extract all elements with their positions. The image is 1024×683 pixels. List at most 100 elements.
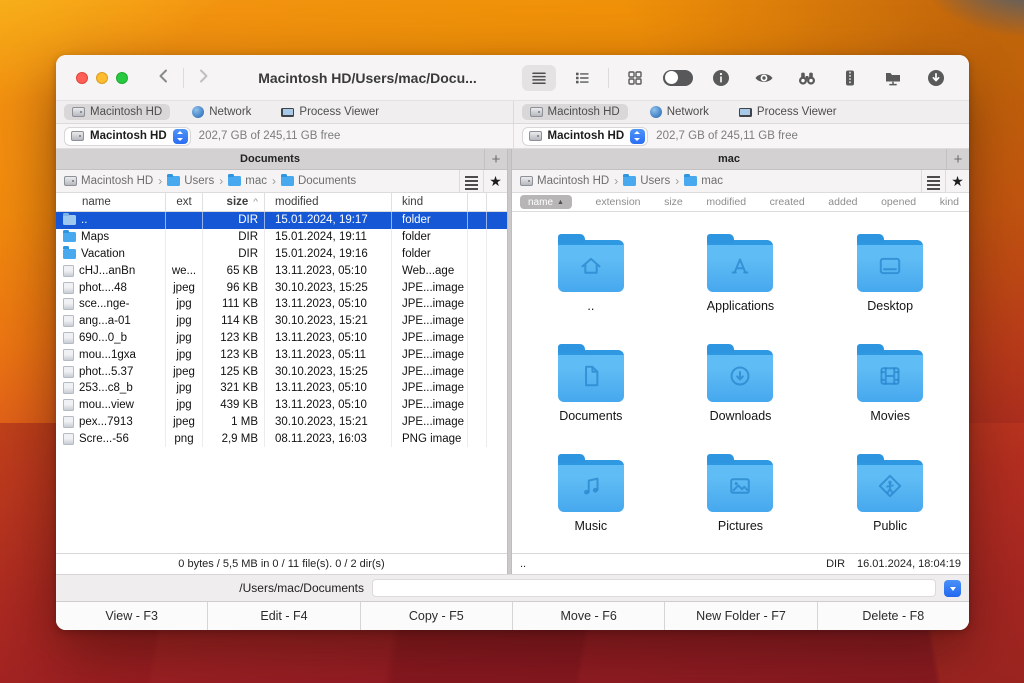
title-bar: Macintosh HD/Users/mac/Docu... [56,55,969,101]
tab-macintosh-hd-right[interactable]: Macintosh HD [522,104,628,120]
drive-select-right[interactable]: Macintosh HD [522,127,649,146]
column-header-size[interactable]: size [664,196,683,208]
command-history-button[interactable] [944,580,961,597]
column-header-kind[interactable]: kind [940,196,959,208]
grid-item-public[interactable]: Public [815,441,965,551]
tab-label: Process Viewer [299,106,379,118]
breadcrumb-users[interactable]: Users [167,175,214,187]
folder-tab-mac[interactable]: mac [512,149,946,169]
preview-button[interactable] [747,65,781,91]
list-menu-button-left[interactable] [459,170,483,192]
table-row[interactable]: ang...a-01 jpg114 KB30.10.2023, 15:21JPE… [56,313,507,330]
breadcrumb-separator: › [614,174,618,188]
view-list-button[interactable] [522,65,556,91]
tab-network-right[interactable]: Network [642,104,717,120]
column-header-name[interactable]: name▲ [520,195,572,209]
column-header-ext[interactable]: ext [166,193,203,211]
column-header-kind[interactable]: kind [392,193,468,211]
breadcrumb-macintosh-hd[interactable]: Macintosh HD [520,175,609,187]
column-header-size[interactable]: size^ [203,193,265,211]
drive-stepper-icon[interactable] [173,129,188,144]
delete-f8-button[interactable]: Delete - F8 [818,602,969,630]
column-header-modified[interactable]: modified [265,193,392,211]
column-header-added[interactable]: added [828,196,857,208]
drive-selector-row: Macintosh HD 202,7 GB of 245,11 GB free … [56,124,969,149]
column-header-name[interactable]: name [56,193,166,211]
grid-item-pictures[interactable]: Pictures [666,441,816,551]
column-header-extension[interactable]: extension [596,196,641,208]
info-button[interactable] [704,65,738,91]
minimize-button[interactable] [96,72,108,84]
table-row[interactable]: 690...0_b jpg123 KB13.11.2023, 05:10JPE.… [56,330,507,347]
move-f6-button[interactable]: Move - F6 [513,602,665,630]
table-row-parent-dir[interactable]: .. DIR 15.01.2024, 19:17 folder [56,212,507,229]
selected-item-kind: DIR [826,558,845,570]
view-f3-button[interactable]: View - F3 [56,602,208,630]
left-drive-selector: Macintosh HD 202,7 GB of 245,11 GB free [56,124,513,148]
network-button[interactable] [876,65,910,91]
table-row[interactable]: mou...1gxa jpg123 KB13.11.2023, 05:11JPE… [56,346,507,363]
table-row[interactable]: Maps DIR15.01.2024, 19:11folder [56,229,507,246]
tab-label: Macintosh HD [548,106,620,118]
grid-item-parent-dir[interactable]: .. [516,222,666,332]
breadcrumb-macintosh-hd[interactable]: Macintosh HD [64,175,153,187]
favorites-button-left[interactable]: ★ [483,170,507,192]
tab-process-viewer-right[interactable]: Process Viewer [731,104,845,120]
folder-tab-documents[interactable]: Documents [56,149,484,169]
table-row[interactable]: sce...nge- jpg111 KB13.11.2023, 05:10JPE… [56,296,507,313]
breadcrumb-mac[interactable]: mac [228,175,267,187]
search-button[interactable] [790,65,824,91]
copy-f5-button[interactable]: Copy - F5 [361,602,513,630]
queue-toggle[interactable] [661,65,695,91]
tab-network-left[interactable]: Network [184,104,259,120]
list-menu-button-right[interactable] [921,170,945,192]
grid-item-downloads[interactable]: Downloads [666,332,816,442]
table-row[interactable]: phot...5.37 jpeg125 KB30.10.2023, 15:25J… [56,363,507,380]
folder-up-icon [63,215,76,225]
grid-item-music[interactable]: Music [516,441,666,551]
table-row[interactable]: Vacation DIR15.01.2024, 19:16folder [56,246,507,263]
archive-button[interactable] [833,65,867,91]
add-tab-button-right[interactable]: + [946,149,969,169]
tab-macintosh-hd-left[interactable]: Macintosh HD [64,104,170,120]
edit-f4-button[interactable]: Edit - F4 [208,602,360,630]
view-grid-button[interactable] [618,65,652,91]
table-row[interactable]: mou...view jpg439 KB13.11.2023, 05:10JPE… [56,397,507,414]
breadcrumb-documents[interactable]: Documents [281,175,356,187]
forward-button[interactable] [193,66,213,89]
breadcrumb: Macintosh HD› Users› mac› Documents [56,174,459,188]
folder-icon [63,232,76,242]
table-row[interactable]: Scre...-56 png2,9 MB08.11.2023, 16:03PNG… [56,430,507,447]
table-row[interactable]: cHJ...anBn we...65 KB13.11.2023, 05:10We… [56,262,507,279]
star-icon: ★ [489,174,502,188]
zoom-button[interactable] [116,72,128,84]
breadcrumb-separator: › [219,174,223,188]
add-tab-button-left[interactable]: + [484,149,507,169]
breadcrumb-mac[interactable]: mac [684,175,723,187]
binoculars-icon [796,68,818,88]
process-viewer-icon [281,108,294,117]
table-row[interactable]: phot....48 jpeg96 KB30.10.2023, 15:25JPE… [56,279,507,296]
drive-select-left[interactable]: Macintosh HD [64,127,191,146]
command-input[interactable] [372,579,936,597]
grid-item-documents[interactable]: Documents [516,332,666,442]
tab-process-viewer-left[interactable]: Process Viewer [273,104,387,120]
column-header-opened[interactable]: opened [881,196,916,208]
table-row[interactable]: 253...c8_b jpg321 KB13.11.2023, 05:10JPE… [56,380,507,397]
column-header-modified[interactable]: modified [706,196,746,208]
breadcrumb-users[interactable]: Users [623,175,670,187]
view-detail-button[interactable] [565,65,599,91]
favorites-button-right[interactable]: ★ [945,170,969,192]
music-folder-icon [558,460,624,512]
grid-item-movies[interactable]: Movies [815,332,965,442]
back-button[interactable] [154,66,174,89]
grid-item-applications[interactable]: Applications [666,222,816,332]
new-folder-f7-button[interactable]: New Folder - F7 [665,602,817,630]
download-icon [926,68,946,88]
grid-item-desktop[interactable]: Desktop [815,222,965,332]
drive-stepper-icon[interactable] [630,129,645,144]
close-button[interactable] [76,72,88,84]
download-button[interactable] [919,65,953,91]
table-row[interactable]: pex...7913 jpeg1 MB30.10.2023, 15:21JPE.… [56,414,507,431]
column-header-created[interactable]: created [770,196,805,208]
